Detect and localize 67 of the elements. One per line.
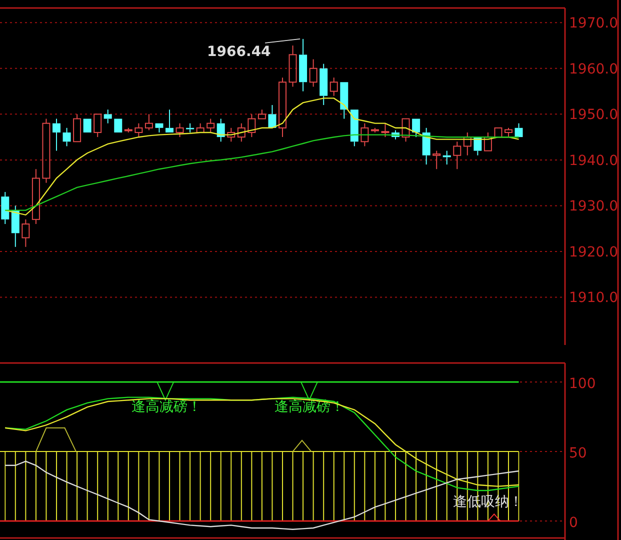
axis-label: 100 (569, 376, 596, 392)
candlestick (288, 45, 297, 88)
axis-label: 1930.0 (569, 198, 618, 215)
candlestick (248, 114, 256, 138)
candlestick (330, 77, 338, 96)
candlestick (442, 150, 451, 166)
candlestick (258, 109, 266, 120)
candlestick (1, 191, 10, 224)
candlestick (11, 205, 20, 248)
candlestick (124, 127, 132, 133)
axis-label: 1940.0 (569, 152, 618, 169)
candlestick (381, 122, 390, 138)
candlestick (134, 122, 143, 138)
candlestick (360, 122, 369, 147)
candlestick (350, 109, 358, 147)
price-annotation: 1966.44 (207, 44, 271, 60)
candlestick (278, 77, 286, 138)
candlestick (216, 118, 225, 142)
candlestick (42, 118, 50, 184)
candlestick (104, 109, 112, 124)
leader-line (264, 38, 301, 44)
candlestick (114, 118, 122, 133)
candlestick (299, 38, 308, 92)
candlestick (186, 122, 194, 133)
candlestick (514, 122, 523, 138)
candlestick (176, 122, 184, 138)
signal-annotation: 逢高减磅！ (132, 399, 202, 416)
candlestick (83, 118, 92, 133)
candlestick (237, 122, 246, 142)
candlestick (166, 109, 174, 133)
candlestick (340, 82, 348, 120)
candlestick (484, 132, 492, 152)
candlestick (412, 118, 420, 138)
candlestick (62, 127, 71, 147)
signal-marker-drawing (487, 513, 501, 522)
candlestick (155, 122, 164, 133)
candlestick (422, 127, 430, 166)
candlestick (206, 118, 215, 133)
axis-label: 1920.0 (569, 244, 618, 260)
candlestick (453, 141, 462, 170)
candlestick (463, 132, 472, 156)
axis-label: 1950.0 (569, 107, 618, 124)
axis-label: 1960.0 (569, 61, 618, 78)
candlestick (402, 118, 410, 142)
signal-marker-drawing (35, 427, 77, 452)
candlestick (370, 127, 379, 133)
candlestick (144, 114, 153, 131)
candlestick (432, 150, 441, 170)
candlestick (504, 127, 512, 138)
candlestick (309, 58, 318, 88)
candlestick (32, 168, 40, 224)
candlestick (94, 114, 102, 138)
axis-label: 0 (569, 515, 578, 532)
axis-label: 50 (569, 446, 587, 462)
candlestick (52, 118, 60, 152)
candlestick (22, 218, 30, 248)
axis-label: 1910.0 (569, 290, 618, 306)
candlestick (73, 114, 82, 142)
candlestick (227, 127, 236, 142)
candlestick (320, 63, 328, 106)
signal-marker-drawing (292, 440, 312, 452)
candlestick (196, 122, 204, 133)
candlestick (268, 104, 276, 128)
candlestick (392, 130, 400, 140)
axis-label: 1970.0 (569, 16, 618, 32)
candlestick (474, 136, 482, 156)
candlestick (494, 127, 502, 138)
